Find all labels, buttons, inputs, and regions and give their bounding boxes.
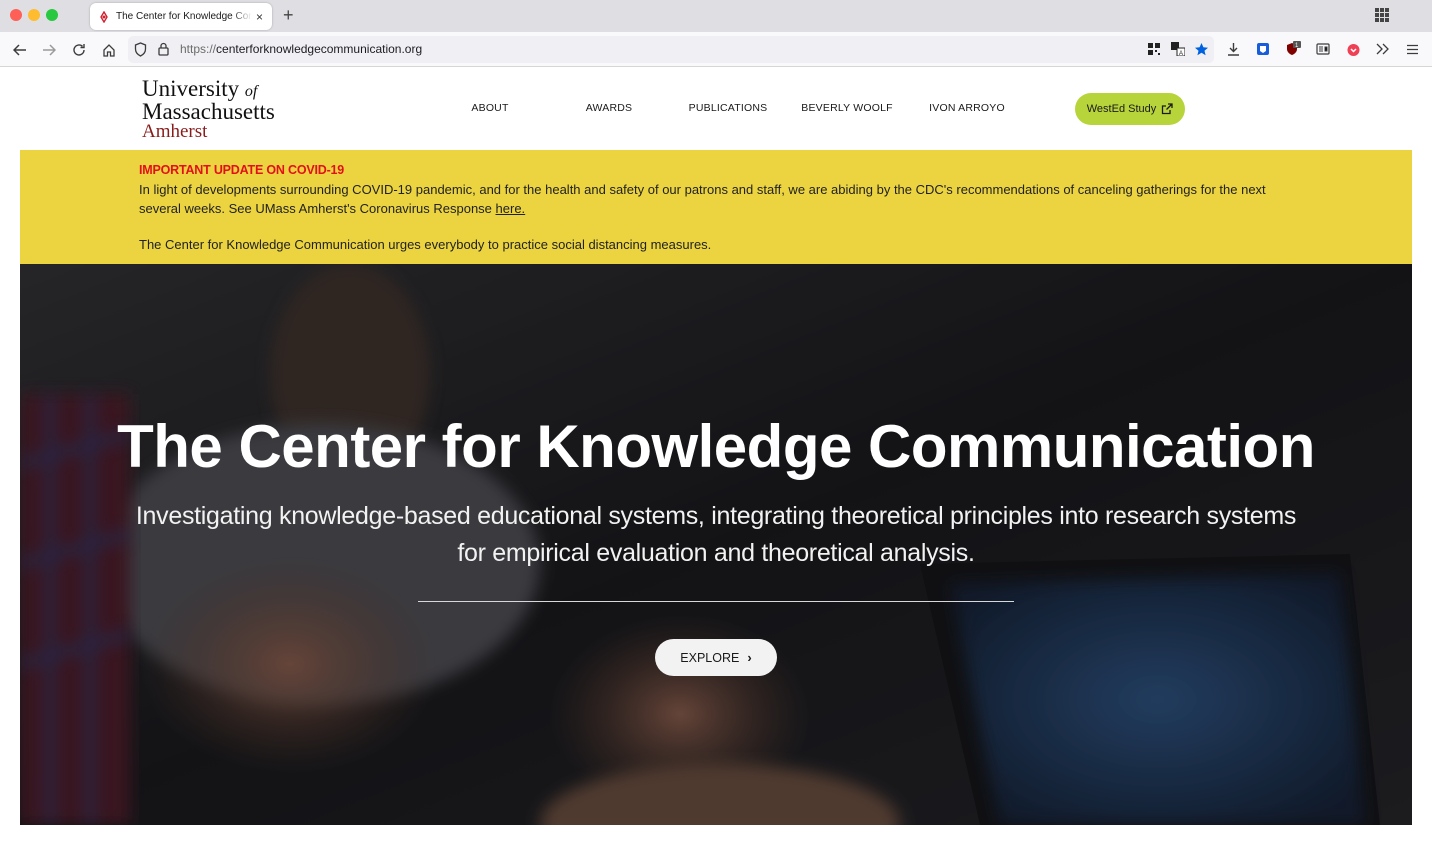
banner-social-distancing-text: The Center for Knowledge Communication u… bbox=[139, 237, 712, 252]
site-header: University of Massachusetts Amherst ABOU… bbox=[0, 68, 1432, 150]
explore-label: EXPLORE bbox=[680, 650, 740, 665]
tracking-shield-icon[interactable] bbox=[134, 42, 147, 62]
umass-amherst-logo[interactable]: University of Massachusetts Amherst bbox=[142, 76, 275, 142]
logo-line-massachusetts: Massachusetts bbox=[142, 99, 275, 124]
svg-text:A: A bbox=[1179, 51, 1183, 56]
logo-line-amherst: Amherst bbox=[142, 121, 208, 142]
home-icon[interactable] bbox=[99, 40, 119, 60]
address-bar[interactable]: https://centerforknowledgecommunication.… bbox=[128, 36, 1214, 63]
coronavirus-response-link[interactable]: here. bbox=[496, 201, 526, 216]
site-favicon-icon bbox=[98, 10, 110, 23]
reload-icon[interactable] bbox=[69, 40, 89, 60]
logo-line-university: University bbox=[142, 76, 240, 101]
maximize-window-button[interactable] bbox=[46, 9, 58, 21]
qr-extension-icon[interactable] bbox=[1145, 40, 1163, 58]
ublock-extension-icon[interactable]: 1 bbox=[1284, 40, 1302, 58]
translate-icon[interactable]: A bbox=[1169, 40, 1187, 58]
explore-button[interactable]: EXPLORE › bbox=[655, 639, 777, 676]
wested-study-button[interactable]: WestEd Study bbox=[1075, 93, 1185, 125]
bitwarden-extension-icon[interactable] bbox=[1254, 40, 1272, 58]
hero-title: The Center for Knowledge Communication bbox=[117, 413, 1315, 480]
banner-text: In light of developments surrounding COV… bbox=[139, 182, 1266, 216]
browser-navbar: https://centerforknowledgecommunication.… bbox=[0, 32, 1432, 67]
wested-study-label: WestEd Study bbox=[1086, 103, 1157, 115]
bookmark-star-icon[interactable] bbox=[1192, 40, 1210, 58]
page-bottom-margin bbox=[0, 825, 1432, 842]
nav-awards[interactable]: AWARDS bbox=[549, 102, 669, 114]
nav-publications[interactable]: PUBLICATIONS bbox=[668, 102, 788, 114]
hero-divider bbox=[418, 601, 1014, 602]
browser-tab[interactable]: The Center for Knowledge Communication × bbox=[90, 3, 272, 30]
nav-ivon-arroyo[interactable]: IVON ARROYO bbox=[907, 102, 1027, 114]
overflow-chevrons-icon[interactable] bbox=[1373, 40, 1391, 58]
logo-line-of: of bbox=[244, 83, 258, 100]
external-link-icon bbox=[1162, 103, 1173, 115]
back-arrow-icon[interactable] bbox=[10, 40, 30, 60]
hamburger-menu-icon[interactable] bbox=[1403, 40, 1421, 58]
forward-arrow-icon[interactable] bbox=[39, 40, 59, 60]
covid-banner: IMPORTANT UPDATE ON COVID-19 In light of… bbox=[20, 150, 1412, 264]
tab-close-icon[interactable]: × bbox=[256, 10, 263, 24]
downloads-icon[interactable] bbox=[1224, 40, 1242, 58]
close-window-button[interactable] bbox=[10, 9, 22, 21]
hero-section: The Center for Knowledge Communication I… bbox=[20, 264, 1412, 825]
hero-subtitle: Investigating knowledge-based educationa… bbox=[135, 502, 1297, 567]
tab-title: The Center for Knowledge Communication bbox=[116, 11, 252, 22]
pocket-extension-icon[interactable] bbox=[1344, 40, 1362, 58]
chevron-right-icon: › bbox=[747, 650, 752, 665]
reader-view-icon[interactable] bbox=[1314, 40, 1332, 58]
nav-beverly-woolf[interactable]: BEVERLY WOOLF bbox=[787, 102, 907, 114]
apps-grid-icon[interactable] bbox=[1375, 8, 1389, 22]
url-text[interactable]: https://centerforknowledgecommunication.… bbox=[180, 42, 422, 56]
banner-title: IMPORTANT UPDATE ON COVID-19 bbox=[139, 163, 345, 177]
nav-about[interactable]: ABOUT bbox=[430, 102, 550, 114]
browser-titlebar: The Center for Knowledge Communication ×… bbox=[0, 0, 1432, 32]
minimize-window-button[interactable] bbox=[28, 9, 40, 21]
new-tab-button[interactable]: + bbox=[283, 6, 294, 24]
lock-icon[interactable] bbox=[158, 42, 169, 61]
